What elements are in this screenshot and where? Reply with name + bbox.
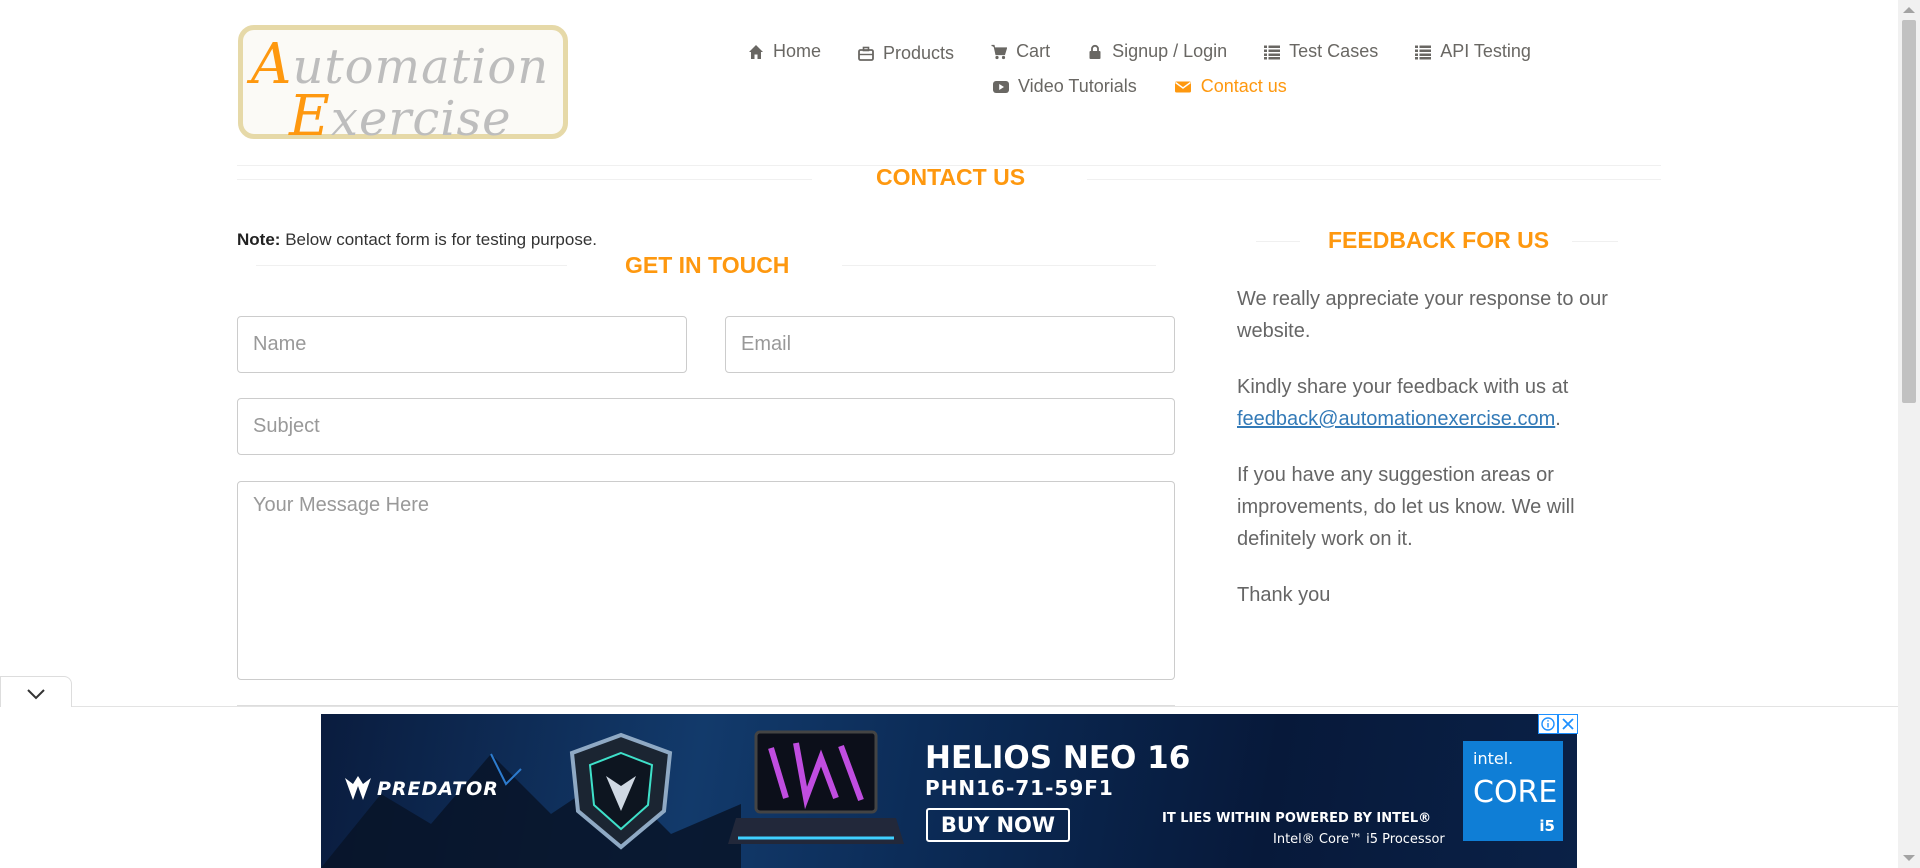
logo-line-2: Exercise <box>289 84 512 149</box>
nav-home[interactable]: Home <box>748 39 821 64</box>
feedback-paragraph: Kindly share your feedback with us at fe… <box>1237 371 1627 435</box>
form-title: Get In Touch <box>625 252 790 278</box>
ad-sku: PHN16-71-59F1 <box>925 776 1114 800</box>
note-label: Note: <box>237 230 281 249</box>
info-icon <box>1541 717 1555 731</box>
note-text: Below contact form is for testing purpos… <box>285 230 597 249</box>
nav-test-cases[interactable]: Test Cases <box>1264 39 1378 64</box>
shield-badge-icon <box>569 732 673 850</box>
nav-api-testing[interactable]: API Testing <box>1415 39 1531 64</box>
message-textarea[interactable] <box>237 481 1175 680</box>
ad-model: HELIOS NEO 16 <box>925 740 1191 776</box>
ad-buy-now-button[interactable]: BUY NOW <box>926 808 1070 842</box>
site-logo[interactable]: Automation Exercise <box>238 25 568 149</box>
youtube-icon <box>993 80 1009 93</box>
scroll-down-arrow[interactable] <box>1903 855 1915 861</box>
envelope-icon <box>1174 81 1191 92</box>
feedback-share-text: Kindly share your feedback with us at <box>1237 376 1569 398</box>
scroll-up-arrow[interactable] <box>1903 7 1915 13</box>
feedback-paragraph: If you have any suggestion areas or impr… <box>1237 464 1575 550</box>
page-title: Contact Us <box>876 164 1026 190</box>
feedback-email-link[interactable]: feedback@automationexercise.com <box>1237 408 1555 430</box>
feedback-thank-you: Thank you <box>1237 584 1331 606</box>
nav-signup-login-label: Signup / Login <box>1112 41 1228 61</box>
divider <box>1256 241 1300 242</box>
ad-collapse-tab[interactable] <box>0 676 72 707</box>
nav-api-testing-label: API Testing <box>1440 41 1531 61</box>
main-nav: Home Products Cart Signup / Login Test C… <box>748 39 1568 64</box>
feedback-section: We really appreciate your response to ou… <box>1237 283 1627 635</box>
divider <box>842 265 1156 266</box>
divider <box>1572 241 1618 242</box>
main-nav-row-2: Video Tutorials Contact us <box>993 76 1324 97</box>
intel-tier: i5 <box>1539 817 1555 835</box>
nav-products-label: Products <box>883 43 955 63</box>
ad-processor: Intel® Core™ i5 Processor <box>1273 832 1445 847</box>
divider <box>237 179 812 180</box>
email-input[interactable] <box>725 316 1175 373</box>
cart-icon <box>991 44 1008 59</box>
page-scrollbar[interactable] <box>1898 0 1920 868</box>
ad-close-button[interactable] <box>1558 714 1578 734</box>
logo-text-2: xercise <box>330 91 512 147</box>
nav-video-tutorials[interactable]: Video Tutorials <box>993 76 1137 97</box>
logo-cap-e: E <box>289 84 331 149</box>
home-icon <box>749 44 763 59</box>
ad-info-button[interactable] <box>1538 714 1558 734</box>
ad-brand: PREDATOR <box>377 778 499 800</box>
list-icon <box>1264 45 1281 59</box>
lock-icon <box>1089 44 1101 59</box>
nav-home-label: Home <box>773 41 822 61</box>
close-icon <box>1562 718 1574 730</box>
feedback-paragraph: We really appreciate your response to ou… <box>1237 288 1608 342</box>
divider <box>1087 179 1661 180</box>
nav-products[interactable]: Products <box>858 43 954 64</box>
nav-contact-us-label: Contact us <box>1200 76 1287 96</box>
briefcase-icon <box>858 46 874 61</box>
laptop-icon <box>728 730 904 844</box>
nav-video-tutorials-label: Video Tutorials <box>1018 76 1137 96</box>
predator-logo-icon <box>345 776 371 800</box>
ad-tagline: IT LIES WITHIN POWERED BY INTEL® <box>1162 811 1432 826</box>
intel-brand: intel. <box>1473 749 1514 768</box>
intel-core-badge: intel. CORE i5 <box>1463 741 1563 841</box>
nav-cart[interactable]: Cart <box>991 39 1050 64</box>
chevron-down-icon <box>27 689 45 700</box>
scroll-thumb[interactable] <box>1902 20 1916 403</box>
name-input[interactable] <box>237 316 687 373</box>
intel-core-label: CORE <box>1473 775 1558 810</box>
ad-banner[interactable]: PREDATOR HELIOS NEO 16 PHN16-71-59F1 BUY… <box>321 714 1577 868</box>
feedback-title: Feedback For Us <box>1328 227 1550 253</box>
nav-signup-login[interactable]: Signup / Login <box>1087 39 1227 64</box>
logo-cap-a: A <box>251 32 293 97</box>
nav-contact-us[interactable]: Contact us <box>1174 76 1287 97</box>
list-icon <box>1415 45 1432 59</box>
nav-test-cases-label: Test Cases <box>1289 41 1379 61</box>
feedback-period: . <box>1555 408 1561 430</box>
nav-cart-label: Cart <box>1016 41 1051 61</box>
form-note: Note: Below contact form is for testing … <box>237 230 597 250</box>
divider <box>256 265 567 266</box>
subject-input[interactable] <box>237 398 1175 455</box>
